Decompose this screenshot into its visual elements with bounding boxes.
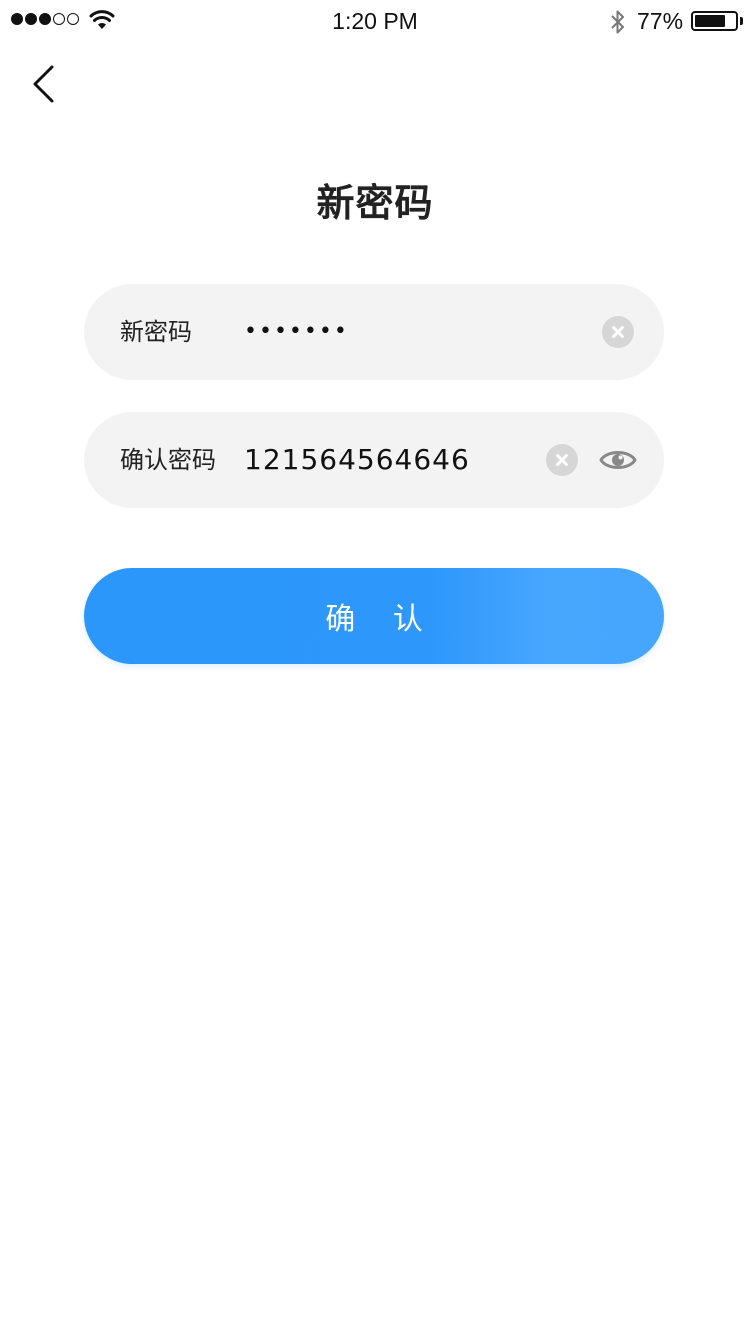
reset-password-screen: 1:20 PM 77% 新密码 新密码 ••••••• 确认密码 1215645… [0,0,750,1334]
new-password-label: 新密码 [120,318,192,346]
new-password-input[interactable]: ••••••• [244,284,349,380]
clear-icon[interactable] [546,444,578,476]
eye-icon[interactable] [598,442,638,478]
battery-percent: 77% [637,8,684,34]
confirm-password-input[interactable]: 121564564646 [244,412,470,508]
battery-icon [691,11,738,31]
clear-icon[interactable] [602,316,634,348]
new-password-field[interactable]: 新密码 ••••••• [84,284,664,380]
bluetooth-icon [608,8,628,40]
chevron-left-icon [33,65,54,103]
back-button[interactable] [26,60,66,110]
confirm-button[interactable]: 确 认 [84,568,664,664]
status-bar: 1:20 PM 77% [0,0,750,40]
confirm-password-field[interactable]: 确认密码 121564564646 [84,412,664,508]
confirm-password-label: 确认密码 [120,446,216,474]
battery-cap [740,17,743,25]
page-title: 新密码 [316,181,434,225]
battery-level [695,15,726,27]
